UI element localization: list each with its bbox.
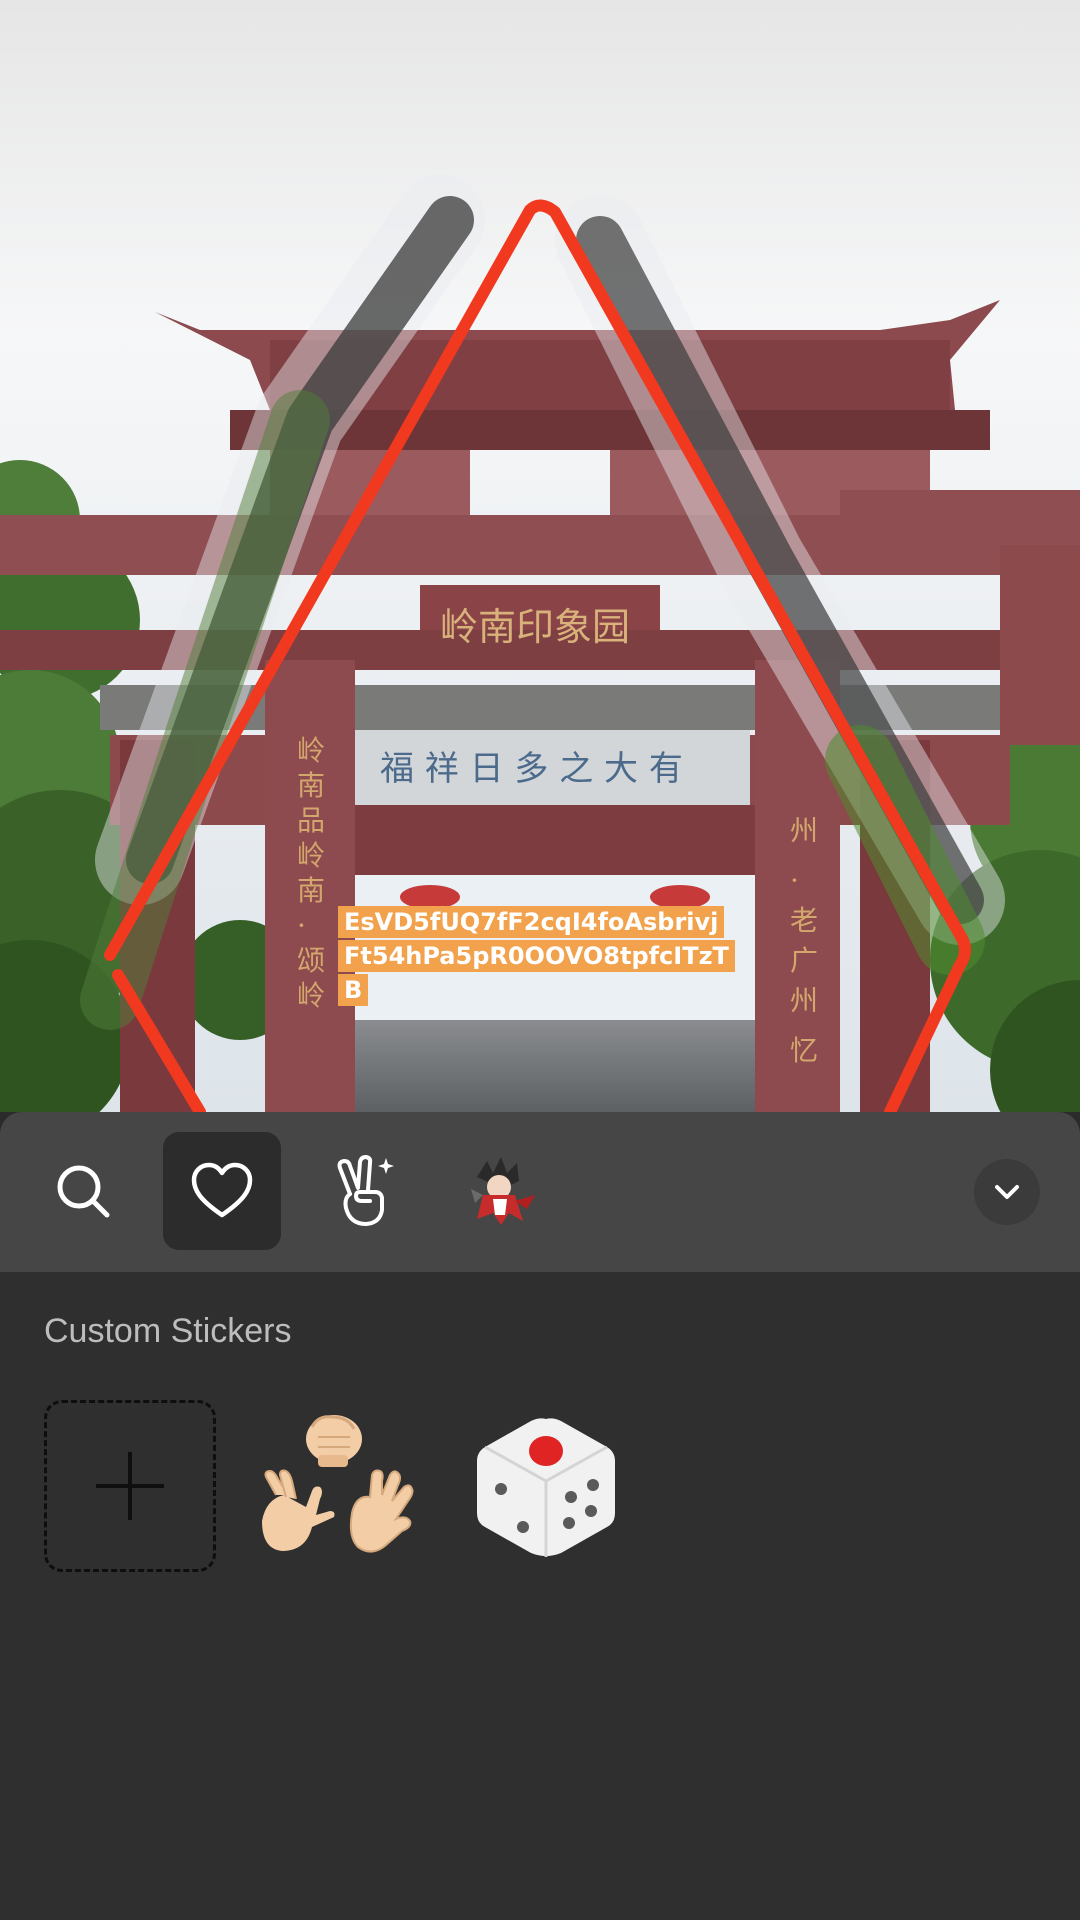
tab-gestures[interactable]	[304, 1132, 422, 1250]
sticker-rock-paper-scissors[interactable]	[250, 1400, 422, 1572]
svg-text:·: ·	[790, 864, 799, 897]
sticker-editor-screen: 岭南印象园 福 祥 日 多 之 大 有 岭南 品岭 南 · 颂岭 州 · 老广 州忆	[0, 0, 1080, 1920]
svg-text:岭: 岭	[297, 839, 325, 872]
text-sticker[interactable]: EsVD5fUQ7fF2cqI4foAsbrivjFt54hPa5pR0OOVO…	[338, 905, 735, 1007]
peace-hand	[262, 1469, 335, 1551]
svg-text:南: 南	[297, 769, 325, 802]
tab-anime[interactable]	[444, 1132, 562, 1250]
tab-search[interactable]	[24, 1132, 142, 1250]
sticker-category-tabs	[0, 1112, 1080, 1272]
heart-icon	[191, 1162, 253, 1218]
tab-favorites[interactable]	[163, 1132, 281, 1250]
gate-top-inscription: 岭南印象园	[440, 605, 630, 649]
search-icon	[57, 1165, 110, 1218]
svg-text:·: ·	[297, 909, 306, 942]
svg-text:福 祥 日 多 之 大 有: 福 祥 日 多 之 大 有	[380, 749, 683, 789]
chevron-down-icon	[995, 1185, 1019, 1199]
text-sticker-label: EsVD5fUQ7fF2cqI4foAsbrivjFt54hPa5pR0OOVO…	[338, 906, 735, 1006]
sticker-dice[interactable]	[460, 1400, 632, 1572]
svg-text:州: 州	[790, 814, 818, 847]
sticker-panel: Custom Stickers	[0, 1112, 1080, 1920]
add-sticker-button[interactable]	[44, 1400, 216, 1572]
svg-text:颂: 颂	[297, 944, 325, 977]
photo-canvas[interactable]: 岭南印象园 福 祥 日 多 之 大 有 岭南 品岭 南 · 颂岭 州 · 老广 州忆	[0, 0, 1080, 1112]
svg-text:岭: 岭	[297, 734, 325, 767]
svg-text:忆: 忆	[790, 1034, 818, 1067]
svg-text:州: 州	[790, 984, 818, 1017]
svg-text:南: 南	[297, 874, 325, 907]
collapse-panel-button[interactable]	[974, 1159, 1040, 1225]
section-title: Custom Stickers	[44, 1312, 292, 1350]
anime-character-icon	[471, 1157, 535, 1225]
svg-text:老: 老	[790, 904, 818, 937]
svg-text:广: 广	[790, 944, 818, 977]
plus-icon	[96, 1452, 164, 1520]
dice-icon	[477, 1418, 615, 1557]
rock-paper-scissors-icon	[262, 1415, 414, 1553]
fist-hand	[306, 1415, 362, 1467]
open-hand	[349, 1469, 414, 1553]
svg-text:岭: 岭	[297, 979, 325, 1012]
peace-hand-icon	[337, 1155, 394, 1226]
svg-text:品: 品	[297, 804, 325, 837]
